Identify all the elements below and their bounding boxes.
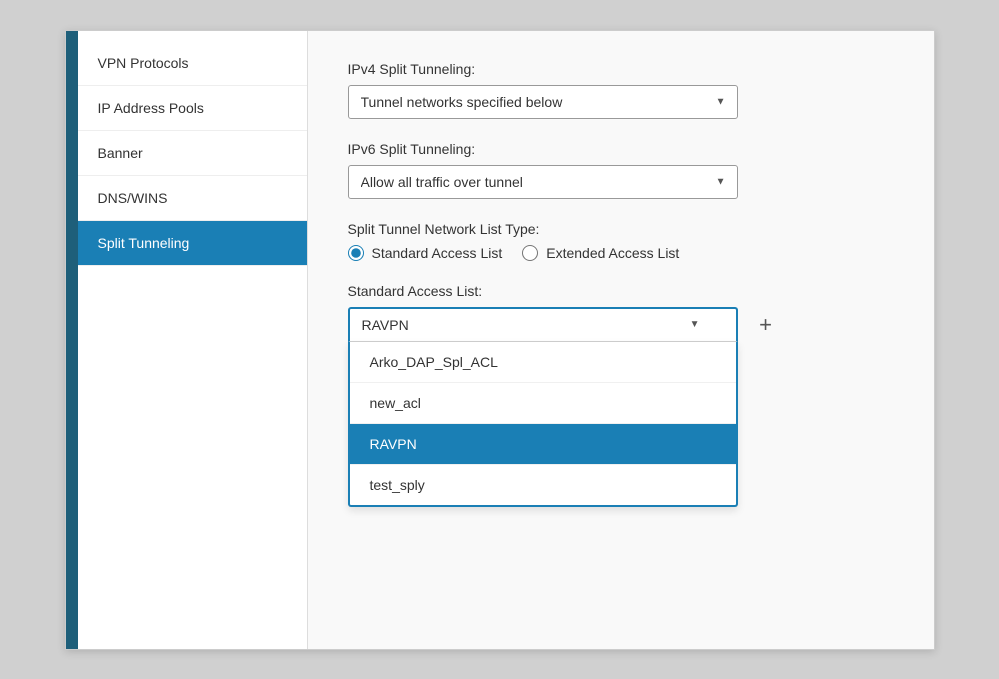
ipv6-select[interactable]: Allow all traffic over tunnel Tunnel net… bbox=[348, 165, 738, 199]
dropdown-option-test-sply[interactable]: test_sply bbox=[350, 465, 736, 505]
content-area: IPv4 Split Tunneling: Tunnel networks sp… bbox=[308, 31, 934, 649]
standard-acl-label: Standard Access List: bbox=[348, 283, 894, 299]
dropdown-option-arko[interactable]: Arko_DAP_Spl_ACL bbox=[350, 342, 736, 383]
dropdown-row: RAVPN ▼ Arko_DAP_Spl_ACL new_acl RAVPN bbox=[348, 307, 894, 343]
network-list-type-group: Split Tunnel Network List Type: Standard… bbox=[348, 221, 894, 261]
radio-group: Standard Access List Extended Access Lis… bbox=[348, 245, 894, 261]
add-acl-button[interactable]: + bbox=[750, 307, 782, 343]
ipv6-field-group: IPv6 Split Tunneling: Allow all traffic … bbox=[348, 141, 894, 199]
radio-standard-input[interactable] bbox=[348, 245, 364, 261]
ipv4-field-group: IPv4 Split Tunneling: Tunnel networks sp… bbox=[348, 61, 894, 119]
ipv4-label: IPv4 Split Tunneling: bbox=[348, 61, 894, 77]
acl-dropdown-arrow-icon: ▼ bbox=[690, 319, 700, 330]
radio-standard-label: Standard Access List bbox=[372, 245, 503, 261]
acl-dropdown-list: Arko_DAP_Spl_ACL new_acl RAVPN test_sply bbox=[348, 341, 738, 507]
ipv6-select-wrapper: Allow all traffic over tunnel Tunnel net… bbox=[348, 165, 738, 199]
main-container: VPN Protocols IP Address Pools Banner DN… bbox=[65, 30, 935, 650]
ipv4-select[interactable]: Tunnel networks specified below Allow al… bbox=[348, 85, 738, 119]
acl-dropdown-selected[interactable]: RAVPN ▼ bbox=[348, 307, 738, 341]
sidebar-item-vpn-protocols[interactable]: VPN Protocols bbox=[78, 41, 307, 86]
dropdown-option-new-acl[interactable]: new_acl bbox=[350, 383, 736, 424]
radio-extended-option[interactable]: Extended Access List bbox=[522, 245, 679, 261]
sidebar: VPN Protocols IP Address Pools Banner DN… bbox=[78, 31, 308, 649]
sidebar-item-dns-wins[interactable]: DNS/WINS bbox=[78, 176, 307, 221]
ipv6-label: IPv6 Split Tunneling: bbox=[348, 141, 894, 157]
dropdown-option-ravpn[interactable]: RAVPN bbox=[350, 424, 736, 465]
standard-acl-group: Standard Access List: RAVPN ▼ Arko_DAP_S… bbox=[348, 283, 894, 343]
sidebar-item-ip-address-pools[interactable]: IP Address Pools bbox=[78, 86, 307, 131]
acl-dropdown-container: RAVPN ▼ Arko_DAP_Spl_ACL new_acl RAVPN bbox=[348, 307, 738, 341]
radio-extended-input[interactable] bbox=[522, 245, 538, 261]
radio-standard-option[interactable]: Standard Access List bbox=[348, 245, 503, 261]
sidebar-item-banner[interactable]: Banner bbox=[78, 131, 307, 176]
ipv4-select-wrapper: Tunnel networks specified below Allow al… bbox=[348, 85, 738, 119]
network-list-type-label: Split Tunnel Network List Type: bbox=[348, 221, 894, 237]
acl-dropdown-value: RAVPN bbox=[362, 317, 409, 333]
accent-bar bbox=[66, 31, 78, 649]
radio-extended-label: Extended Access List bbox=[546, 245, 679, 261]
sidebar-item-split-tunneling[interactable]: Split Tunneling bbox=[78, 221, 307, 266]
